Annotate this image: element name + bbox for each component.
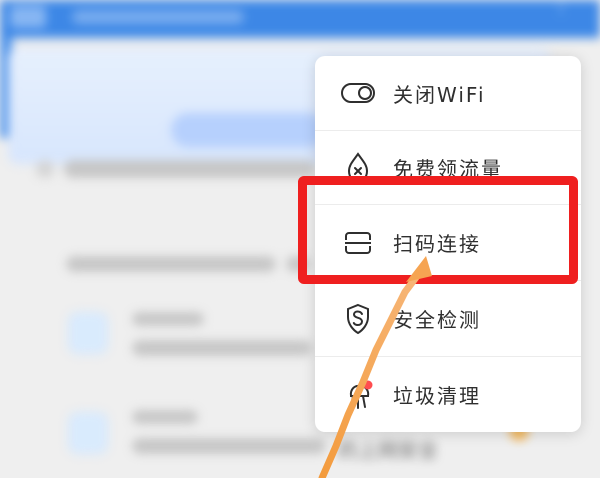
menu-item-label-close-wifi: 关闭WiFi (393, 82, 486, 107)
toggle-switch-icon (341, 76, 375, 110)
flow-drop-icon (341, 151, 375, 185)
feature-icon-2 (68, 412, 108, 454)
section-line-2 (286, 256, 310, 272)
app-logo (10, 6, 46, 28)
menu-item-free-data[interactable]: 免费领流量 (315, 130, 581, 204)
info-icon (36, 160, 54, 178)
menu-item-label-security-check: 安全检测 (393, 308, 481, 332)
menu-item-label-scan-connect: 扫码连接 (393, 232, 481, 256)
notice-line (64, 160, 314, 178)
top-bar: ⋮ (0, 0, 600, 38)
cleanup-icon (341, 378, 375, 412)
menu-item-label-free-data: 免费领流量 (393, 157, 503, 181)
scan-code-icon (341, 226, 375, 260)
menu-item-label-cleanup: 垃圾清理 (393, 384, 481, 408)
more-menu-icon[interactable]: ⋮ (552, 0, 570, 16)
feature-title-1 (132, 312, 204, 326)
menu-item-scan-connect[interactable]: 扫码连接 (315, 204, 581, 280)
feature-subtitle-1 (132, 340, 312, 356)
popup-menu: 关闭WiFi 免费领流量 扫码连接 安全检测 垃圾清理 (315, 56, 581, 432)
feature-title-2 (132, 410, 198, 424)
feature-subtitle-2 (132, 438, 326, 454)
shield-s-icon (341, 302, 375, 336)
app-title-blur (72, 10, 244, 24)
hero-action-button[interactable] (171, 113, 325, 147)
bottom-security-text: 的上网安全 (338, 438, 438, 462)
menu-item-close-wifi[interactable]: 关闭WiFi (315, 56, 581, 130)
menu-item-cleanup[interactable]: 垃圾清理 (315, 356, 581, 432)
section-line-1 (66, 256, 276, 272)
menu-item-security-check[interactable]: 安全检测 (315, 280, 581, 356)
feature-icon-1 (68, 312, 108, 354)
